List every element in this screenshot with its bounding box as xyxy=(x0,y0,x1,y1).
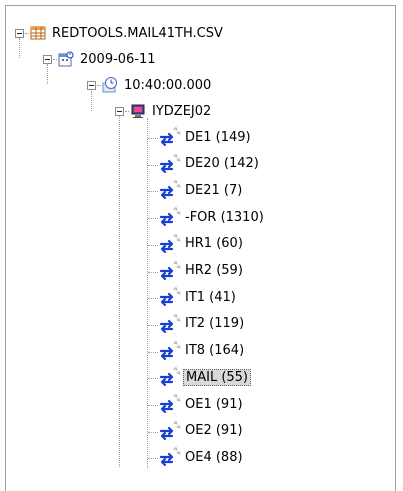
tree-leaf-label: HR1 (60) xyxy=(185,236,243,252)
exchange-icon xyxy=(159,287,181,307)
tree-line xyxy=(148,191,158,193)
tree-line xyxy=(148,431,158,433)
tree-leaf[interactable]: OE2 (91) xyxy=(158,419,245,443)
tree-leaf-label: -FOR (1310) xyxy=(185,209,264,225)
tree-leaf-label: DE1 (149) xyxy=(185,129,251,145)
tree-line xyxy=(148,298,158,300)
exchange-icon xyxy=(159,420,181,440)
tree-leaf-label: MAIL (55) xyxy=(183,368,252,386)
tree-leaf-label: HR2 (59) xyxy=(185,263,243,278)
tree-line xyxy=(125,111,129,112)
tree-line xyxy=(148,324,158,326)
tree-leaf[interactable]: IT1 (41) xyxy=(158,285,238,309)
tree-leaf[interactable]: HR2 (59) xyxy=(158,259,245,283)
collapse-toggle-root[interactable] xyxy=(15,29,24,38)
tree-leaf[interactable]: OE4 (88) xyxy=(158,445,245,469)
exchange-icon xyxy=(159,367,181,387)
tree-line xyxy=(119,116,120,467)
tree-line xyxy=(25,33,29,34)
exchange-icon xyxy=(159,260,181,280)
tree-line xyxy=(47,64,48,84)
tree-leaf[interactable]: IT2 (119) xyxy=(158,312,246,336)
collapse-toggle-time[interactable] xyxy=(87,81,96,90)
tree-leaf-label: OE1 (91) xyxy=(185,396,243,412)
exchange-icon xyxy=(159,393,181,414)
tree-line xyxy=(148,378,158,380)
tree-line xyxy=(148,458,158,460)
tree-leaf-label: OE4 (88) xyxy=(185,449,243,465)
tree-line xyxy=(148,218,158,220)
tree-node-label: IYDZEJ02 xyxy=(152,103,212,119)
tree-node-time[interactable]: 10:40:00.000 xyxy=(102,73,213,97)
tree-line xyxy=(53,59,57,60)
tree-line xyxy=(148,164,158,166)
tree-leaf-label: IT1 (41) xyxy=(185,289,236,305)
tree-line xyxy=(148,351,158,353)
tree-leaf[interactable]: HR1 (60) xyxy=(158,232,245,256)
tree-line xyxy=(148,271,158,273)
tree-leaf-label: IT8 (164) xyxy=(185,343,245,359)
tree-leaf[interactable]: OE1 (91) xyxy=(158,392,245,416)
exchange-icon xyxy=(159,180,181,200)
collapse-toggle-host[interactable] xyxy=(115,107,124,116)
exchange-icon xyxy=(159,153,181,173)
tree-node-label: 10:40:00.000 xyxy=(124,77,212,93)
calendar-icon xyxy=(58,51,74,67)
tree-node-date[interactable]: 2009-06-11 xyxy=(58,47,158,71)
tree-line xyxy=(19,38,20,58)
exchange-icon xyxy=(159,206,181,227)
tree-line xyxy=(148,138,158,139)
exchange-icon xyxy=(159,126,181,147)
tree-line xyxy=(97,85,101,86)
tree-leaf-selected[interactable]: MAIL (55) xyxy=(158,365,252,389)
tree-leaf-label: IT2 (119) xyxy=(185,316,245,332)
table-icon xyxy=(30,26,46,40)
tree-line xyxy=(148,244,158,246)
tree-node-label: REDTOOLS.MAIL41TH.CSV xyxy=(52,25,223,41)
tree-leaf[interactable]: IT8 (164) xyxy=(158,339,246,363)
tree-leaf-label: OE2 (91) xyxy=(185,423,243,439)
exchange-icon xyxy=(159,313,181,333)
tree-leaf[interactable]: DE20 (142) xyxy=(158,152,261,176)
tree-node-host[interactable]: IYDZEJ02 xyxy=(130,99,213,123)
computer-icon xyxy=(131,104,145,118)
exchange-icon xyxy=(159,447,181,467)
tree-panel: REDTOOLS.MAIL41TH.CSV 2009-06-11 10:40:0… xyxy=(5,5,396,491)
collapse-toggle-date[interactable] xyxy=(43,55,52,64)
exchange-icon xyxy=(159,233,181,253)
tree-leaf-label: DE21 (7) xyxy=(185,182,243,198)
tree-leaf[interactable]: -FOR (1310) xyxy=(158,205,266,229)
tree-line xyxy=(148,405,158,406)
clock-icon xyxy=(102,77,117,93)
tree-leaf[interactable]: DE21 (7) xyxy=(158,178,244,202)
tree-line xyxy=(147,118,148,468)
tree-node-label: 2009-06-11 xyxy=(80,51,156,67)
tree-leaf-label: DE20 (142) xyxy=(185,156,259,172)
tree-node-root[interactable]: REDTOOLS.MAIL41TH.CSV xyxy=(30,21,225,45)
tree-line xyxy=(91,91,92,111)
tree-leaf[interactable]: DE1 (149) xyxy=(158,125,253,149)
exchange-icon xyxy=(159,340,181,360)
